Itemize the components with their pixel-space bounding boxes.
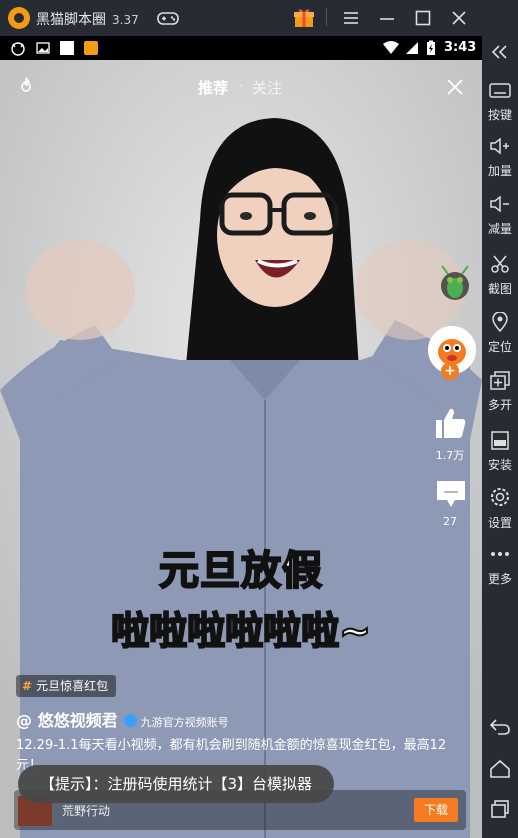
video-caption-line2: 啦啦啦啦啦啦~ [110, 608, 372, 654]
white-square-icon [60, 41, 74, 55]
apk-icon [491, 431, 509, 450]
sidebar-item-location[interactable]: 定位 [482, 311, 518, 355]
author-name[interactable]: @ 悠悠视频君 [16, 711, 118, 730]
topic-tag-label: 元旦惊喜红包 [36, 679, 109, 693]
home-icon[interactable] [488, 758, 512, 780]
clock: 3:43 [444, 40, 477, 55]
hash-icon: # [22, 679, 33, 693]
mantis-badge-icon[interactable] [436, 264, 474, 308]
ad-name: 荒野行动 [62, 804, 111, 818]
author-subtitle: 九游官方视频账号 [140, 716, 229, 729]
author-line[interactable]: @ 悠悠视频君 九游官方视频账号 [16, 707, 229, 731]
sidebar-item-label: 减量 [487, 222, 512, 236]
tab-follow[interactable]: 关注 [252, 77, 282, 98]
location-pin-icon [492, 311, 508, 333]
window-title: 黑猫脚本圈 3.37 [36, 9, 139, 29]
menu-icon[interactable] [342, 8, 360, 28]
verified-icon [123, 714, 137, 727]
close-icon[interactable] [446, 78, 464, 96]
volume-up-icon [490, 137, 509, 155]
window-version: 3.37 [112, 13, 139, 27]
orange-app-icon [84, 41, 98, 55]
video-caption-line1: 元旦放假 [158, 547, 323, 595]
battery-icon [427, 40, 435, 55]
tab-separator: · [238, 77, 243, 95]
gear-icon [491, 488, 509, 506]
emulator-sidebar: 按键 加量 减量 截图 定位 多开 安装 设置 更多 [482, 36, 518, 838]
gamepad-icon[interactable] [156, 8, 180, 28]
like-icon[interactable] [432, 406, 468, 440]
like-count: 1.7万 [435, 449, 465, 462]
more-dots-icon [491, 552, 509, 556]
video-player[interactable]: 推荐 · 关注 元旦放假 啦啦啦啦啦啦~ + 1.7万 27 # 元旦惊喜红包 … [0, 60, 482, 838]
tab-recommend[interactable]: 推荐 [198, 77, 228, 98]
multi-window-icon [490, 371, 510, 390]
sidebar-item-label: 按键 [487, 108, 512, 122]
follow-plus-button[interactable]: + [441, 362, 459, 380]
gift-icon[interactable] [293, 8, 315, 28]
maximize-icon[interactable] [414, 8, 432, 28]
collapse-icon[interactable] [490, 44, 510, 60]
sidebar-item-volume-up[interactable]: 加量 [482, 136, 518, 179]
video-top-nav: 推荐 · 关注 [0, 60, 482, 110]
sidebar-item-label: 更多 [487, 572, 512, 586]
sidebar-item-volume-down[interactable]: 减量 [482, 194, 518, 237]
sidebar-item-label: 截图 [487, 282, 512, 296]
close-icon[interactable] [450, 8, 468, 28]
keyboard-icon [489, 83, 511, 98]
sidebar-item-more[interactable]: 更多 [482, 544, 518, 587]
wifi-icon [383, 41, 399, 54]
notification-app-icon [11, 42, 25, 56]
comment-icon[interactable] [434, 478, 468, 510]
android-status-bar: 3:43 [0, 36, 482, 60]
download-button[interactable]: 下载 [414, 798, 458, 822]
sidebar-item-keys[interactable]: 按键 [482, 80, 518, 123]
sidebar-item-multi-instance[interactable]: 多开 [482, 370, 518, 413]
sidebar-item-label: 设置 [487, 516, 512, 530]
image-icon [36, 42, 50, 54]
window-title-text: 黑猫脚本圈 [36, 12, 106, 28]
volume-down-icon [490, 195, 509, 213]
sidebar-item-screenshot[interactable]: 截图 [482, 254, 518, 297]
signal-icon [406, 42, 418, 54]
topic-tag[interactable]: # 元旦惊喜红包 [16, 675, 117, 697]
flame-icon[interactable] [16, 76, 36, 96]
sidebar-item-settings[interactable]: 设置 [482, 486, 518, 531]
divider [326, 8, 327, 26]
sidebar-item-label: 加量 [487, 164, 512, 178]
sidebar-item-label: 安装 [487, 458, 512, 472]
sidebar-item-install[interactable]: 安装 [482, 430, 518, 473]
app-logo-icon [8, 7, 30, 29]
title-bar: 黑猫脚本圈 3.37 [0, 0, 518, 36]
recent-apps-icon[interactable] [488, 798, 512, 820]
minimize-icon[interactable] [378, 8, 396, 28]
sidebar-item-label: 多开 [487, 398, 512, 412]
back-icon[interactable] [488, 716, 512, 738]
toast-message: 【提示】：注册码使用统计【3】台模拟器 [18, 765, 335, 803]
comment-count: 27 [443, 515, 457, 528]
sidebar-item-label: 定位 [487, 340, 512, 354]
scissors-icon [491, 255, 509, 273]
